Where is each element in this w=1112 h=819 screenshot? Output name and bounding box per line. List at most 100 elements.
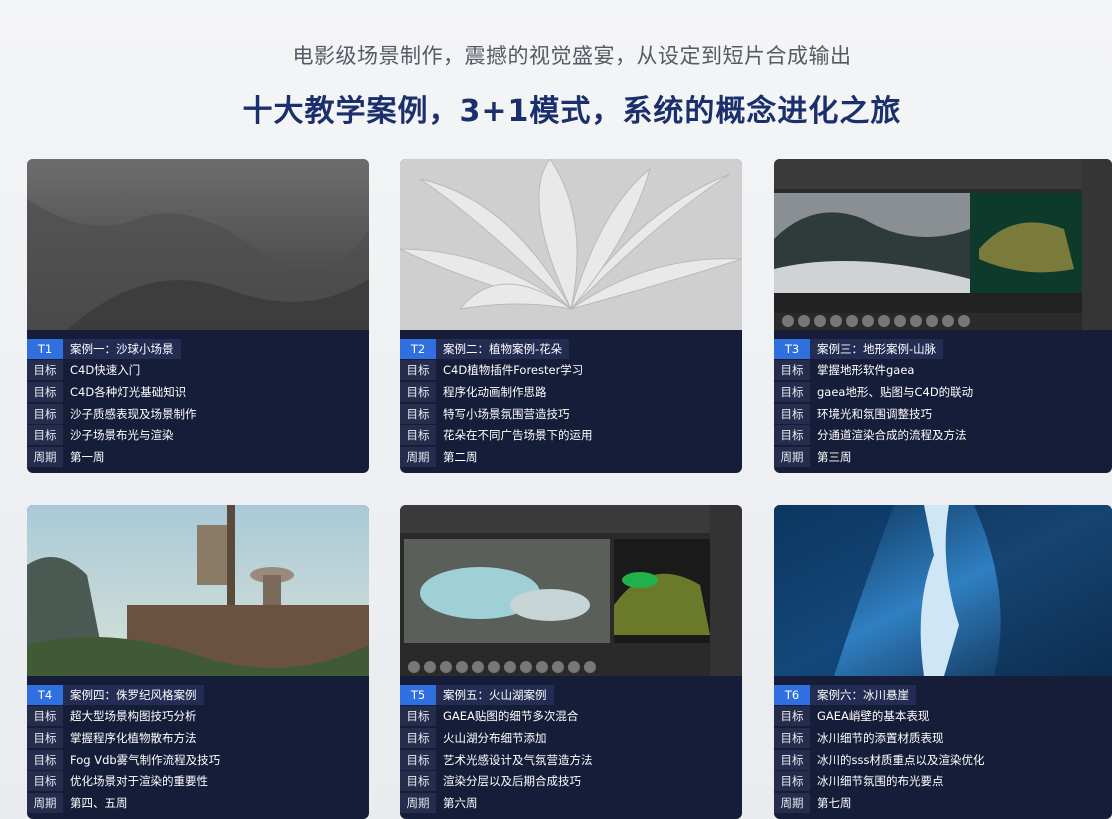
case-card-t5[interactable]: T5 案例五：火山湖案例 目标 GAEA贴图的细节多次混合 目标 火山湖分布细节添加… (400, 505, 742, 819)
case-thumbnail-jurassic-scene (27, 505, 369, 676)
case-thumbnail-mountain-software (774, 159, 1112, 330)
case-tag-badge: T2 (400, 338, 436, 359)
case-tag-badge: T3 (774, 338, 810, 359)
goal-text: gaea地形、贴图与C4D的联动 (817, 384, 974, 399)
week-label: 周期 (774, 446, 810, 467)
week-text: 第六周 (443, 795, 478, 810)
goal-label: 目标 (400, 360, 436, 381)
case-name: 案例一：沙球小场景 (63, 338, 181, 359)
case-card-t6[interactable]: T6 案例六：冰川悬崖 目标 GAEA峭壁的基本表现 目标 冰川细节的添置材质表现… (774, 505, 1112, 819)
goal-text: 掌握程序化植物散布方法 (70, 730, 197, 745)
goal-text: 沙子质感表现及场景制作 (70, 406, 197, 421)
goal-row: 目标 掌握程序化植物散布方法 (27, 727, 369, 749)
goal-row: 目标 艺术光感设计及气氛营造方法 (400, 749, 742, 771)
week-row: 周期 第六周 (400, 792, 742, 814)
goal-label: 目标 (27, 381, 63, 402)
case-name: 案例五：火山湖案例 (436, 684, 554, 705)
goal-text: 程序化动画制作思路 (443, 384, 547, 399)
case-card-t2[interactable]: T2 案例二：植物案例-花朵 目标 C4D植物插件Forester学习 目标 程序化… (400, 159, 742, 473)
goal-row: 目标 优化场景对于渲染的重要性 (27, 770, 369, 792)
goal-row: 目标 分通道渲染合成的流程及方法 (774, 424, 1112, 446)
goal-text: 环境光和氛围调整技巧 (817, 406, 932, 421)
week-row: 周期 第一周 (27, 446, 369, 468)
goal-text: GAEA峭壁的基本表现 (817, 709, 930, 724)
goal-row: 目标 C4D各种灯光基础知识 (27, 381, 369, 403)
goal-label: 目标 (774, 425, 810, 446)
case-tag-badge: T1 (27, 338, 63, 359)
goal-label: 目标 (774, 381, 810, 402)
week-text: 第四、五周 (70, 795, 128, 810)
case-name: 案例六：冰川悬崖 (810, 684, 916, 705)
goal-row: 目标 GAEA峭壁的基本表现 (774, 706, 1112, 728)
goal-text: 超大型场景构图技巧分析 (70, 709, 197, 724)
case-card-t1[interactable]: T1 案例一：沙球小场景 目标 C4D快速入门 目标 C4D各种灯光基础知识 目标沙… (27, 159, 369, 473)
goal-row: 目标 冰川细节氛围的布光要点 (774, 770, 1112, 792)
goal-label: 目标 (774, 749, 810, 770)
goal-label: 目标 (400, 771, 436, 792)
week-label: 周期 (774, 792, 810, 813)
goal-label: 目标 (27, 425, 63, 446)
case-title-row: T3 案例三：地形案例-山脉 (774, 338, 1112, 360)
goal-text: 冰川细节氛围的布光要点 (817, 774, 944, 789)
goal-row: 目标 沙子场景布光与渲染 (27, 424, 369, 446)
week-label: 周期 (400, 446, 436, 467)
goal-label: 目标 (27, 706, 63, 727)
week-row: 周期 第二周 (400, 446, 742, 468)
case-card-t3[interactable]: T3 案例三：地形案例-山脉 目标 掌握地形软件gaea 目标 gaea地形、贴图与… (774, 159, 1112, 473)
goal-label: 目标 (27, 360, 63, 381)
week-label: 周期 (400, 792, 436, 813)
case-name: 案例四：侏罗纪风格案例 (63, 684, 204, 705)
case-card-t4[interactable]: T4 案例四：侏罗纪风格案例 目标 超大型场景构图技巧分析 目标 掌握程序化植物散布… (27, 505, 369, 819)
case-thumbnail-volcano-lake-software (400, 505, 742, 676)
goal-text: 火山湖分布细节添加 (443, 730, 547, 745)
goal-label: 目标 (27, 727, 63, 748)
goal-label: 目标 (774, 706, 810, 727)
case-thumbnail-sand-scene (27, 159, 369, 330)
goal-label: 目标 (774, 403, 810, 424)
goal-row: 目标 掌握地形软件gaea (774, 360, 1112, 382)
goal-row: 目标 超大型场景构图技巧分析 (27, 706, 369, 728)
goal-row: 目标 C4D植物插件Forester学习 (400, 360, 742, 382)
goal-text: 冰川的sss材质重点以及渲染优化 (817, 752, 985, 767)
case-thumbnail-glacier-cliff (774, 505, 1112, 676)
goal-text: C4D植物插件Forester学习 (443, 363, 584, 378)
case-title-row: T6 案例六：冰川悬崖 (774, 684, 1112, 706)
goal-label: 目标 (400, 425, 436, 446)
case-title-row: T1 案例一：沙球小场景 (27, 338, 369, 360)
case-title-row: T5 案例五：火山湖案例 (400, 684, 742, 706)
goal-label: 目标 (400, 749, 436, 770)
case-title-row: T4 案例四：侏罗纪风格案例 (27, 684, 369, 706)
goal-label: 目标 (400, 727, 436, 748)
goal-label: 目标 (774, 360, 810, 381)
goal-row: 目标 程序化动画制作思路 (400, 381, 742, 403)
goal-text: 沙子场景布光与渲染 (70, 428, 174, 443)
goal-row: 目标 gaea地形、贴图与C4D的联动 (774, 381, 1112, 403)
goal-row: 目标 特写小场景氛围营造技巧 (400, 403, 742, 425)
case-tag-badge: T5 (400, 684, 436, 705)
case-tag-badge: T6 (774, 684, 810, 705)
week-row: 周期 第七周 (774, 792, 1112, 814)
goal-row: 目标 冰川细节的添置材质表现 (774, 727, 1112, 749)
goal-text: 优化场景对于渲染的重要性 (70, 774, 208, 789)
goal-row: 目标 冰川的sss材质重点以及渲染优化 (774, 749, 1112, 771)
goal-text: 掌握地形软件gaea (817, 363, 915, 378)
goal-text: C4D快速入门 (70, 363, 141, 378)
goal-text: 分通道渲染合成的流程及方法 (817, 428, 967, 443)
page-subtitle: 电影级场景制作，震撼的视觉盛宴，从设定到短片合成输出 (292, 44, 852, 68)
goal-text: 冰川细节的添置材质表现 (817, 730, 944, 745)
goal-text: GAEA贴图的细节多次混合 (443, 709, 579, 724)
goal-text: 花朵在不同广告场景下的运用 (443, 428, 593, 443)
case-thumbnail-flower (400, 159, 742, 330)
goal-text: 特写小场景氛围营造技巧 (443, 406, 570, 421)
goal-row: 目标 Fog Vdb雾气制作流程及技巧 (27, 749, 369, 771)
goal-label: 目标 (400, 381, 436, 402)
week-label: 周期 (27, 446, 63, 467)
goal-text: Fog Vdb雾气制作流程及技巧 (70, 752, 221, 767)
goal-row: 目标 环境光和氛围调整技巧 (774, 403, 1112, 425)
week-text: 第一周 (70, 449, 105, 464)
goal-row: 目标 渲染分层以及后期合成技巧 (400, 770, 742, 792)
week-row: 周期 第三周 (774, 446, 1112, 468)
goal-text: 渲染分层以及后期合成技巧 (443, 774, 581, 789)
goal-label: 目标 (27, 403, 63, 424)
week-text: 第三周 (817, 449, 852, 464)
